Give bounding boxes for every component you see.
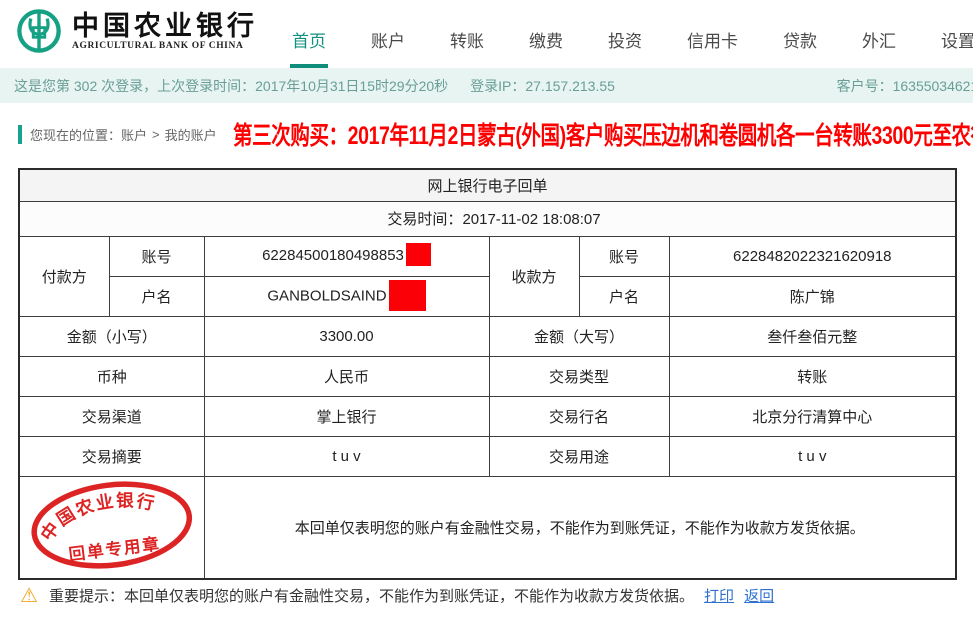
- nav-tab-settings[interactable]: 设置: [939, 27, 973, 68]
- bank-branch-label: 交易行名: [488, 395, 670, 437]
- bank-name-en: AGRICULTURAL BANK OF CHINA: [72, 41, 244, 51]
- payer-name-label: 户名: [108, 275, 205, 317]
- login-ip-text: 登录IP：27.157.213.55: [470, 77, 615, 94]
- payer-account-value: 62284500180498853: [262, 246, 404, 264]
- transaction-time-value: 2017-11-02 18:08:07: [462, 211, 601, 228]
- nav-tab-transfer[interactable]: 转账: [448, 27, 486, 68]
- bank-branch-value: 北京分行清算中心: [668, 395, 957, 437]
- back-link[interactable]: 返回: [744, 588, 774, 605]
- bank-name-cn: 中国农业银行: [72, 11, 258, 41]
- breadcrumb-link-accounts[interactable]: 账户: [121, 125, 147, 144]
- breadcrumb-accent-bar: [18, 125, 22, 144]
- breadcrumb-current[interactable]: 我的账户: [165, 125, 217, 144]
- warning-icon: ⚠: [20, 584, 38, 607]
- txn-type-value: 转账: [668, 355, 957, 397]
- footer-links: 打印 返回: [704, 585, 780, 606]
- bank-stamp-cell: 中国农业银行 回单专用章: [18, 475, 205, 580]
- bank-logo[interactable]: 中国农业银行 AGRICULTURAL BANK OF CHINA: [16, 8, 258, 54]
- customer-number-text: 客户号：163550346211: [836, 77, 973, 94]
- page-header: 中国农业银行 AGRICULTURAL BANK OF CHINA 首页 账户 …: [0, 0, 973, 68]
- login-info-bar: 这是您第 302 次登录，上次登录时间：2017年10月31日15时29分20秒…: [0, 68, 973, 103]
- payee-account-value: 6228482022321620918: [668, 235, 957, 277]
- payer-account-label: 账号: [108, 235, 205, 277]
- channel-value: 掌上银行: [203, 395, 490, 437]
- redaction-block-payer-account: [405, 243, 431, 266]
- txn-type-label: 交易类型: [488, 355, 670, 397]
- footer-warning-text: 重要提示：本回单仅表明您的账户有金融性交易，不能作为到账凭证，不能作为收款方发货…: [48, 588, 694, 605]
- summary-value: t u v: [203, 435, 490, 477]
- nav-tab-creditcard[interactable]: 信用卡: [685, 27, 740, 68]
- payee-section-label: 收款方: [488, 235, 580, 317]
- bank-name: 中国农业银行 AGRICULTURAL BANK OF CHINA: [72, 11, 258, 51]
- amount-lower-value: 3300.00: [203, 315, 490, 357]
- transaction-time-label: 交易时间：: [387, 211, 463, 228]
- footer-warning: ⚠ 重要提示：本回单仅表明您的账户有金融性交易，不能作为到账凭证，不能作为收款方…: [20, 585, 780, 606]
- amount-upper-value: 叁仟叁佰元整: [668, 315, 957, 357]
- nav-tab-forex[interactable]: 外汇: [860, 27, 898, 68]
- redaction-block-payer-name: [388, 279, 426, 311]
- payee-name-value: 陈广锦: [668, 275, 957, 317]
- red-annotation-text: 第三次购买：2017年11月2日蒙古(外国)客户购买压边机和卷圆机各一台转账33…: [233, 122, 973, 150]
- nav-tab-accounts[interactable]: 账户: [369, 27, 407, 68]
- channel-label: 交易渠道: [18, 395, 205, 437]
- nav-tab-invest[interactable]: 投资: [606, 27, 644, 68]
- payee-account-label: 账号: [578, 235, 670, 277]
- nav-tab-home[interactable]: 首页: [290, 27, 328, 68]
- login-count-text: 这是您第 302 次登录，上次登录时间：2017年10月31日15时29分20秒: [14, 77, 449, 94]
- payer-name-cell: GANBOLDSAIND: [203, 275, 490, 317]
- currency-value: 人民币: [203, 355, 490, 397]
- payer-name-value: GANBOLDSAIND: [267, 286, 387, 304]
- currency-label: 币种: [18, 355, 205, 397]
- print-link[interactable]: 打印: [704, 588, 734, 605]
- transaction-time-cell: 交易时间：2017-11-02 18:08:07: [18, 200, 957, 237]
- breadcrumb-row: 您现在的位置： 账户 > 我的账户 第三次购买：2017年11月2日蒙古(外国)…: [0, 103, 973, 163]
- breadcrumb-prefix: 您现在的位置：: [30, 128, 122, 143]
- nav-tab-loans[interactable]: 贷款: [781, 27, 819, 68]
- breadcrumb: 您现在的位置： 账户 > 我的账户: [18, 125, 217, 144]
- payee-name-label: 户名: [578, 275, 670, 317]
- purpose-value: t u v: [668, 435, 957, 477]
- receipt-title: 网上银行电子回单: [18, 168, 957, 202]
- payer-section-label: 付款方: [18, 235, 110, 317]
- bank-stamp: 中国农业银行 回单专用章: [23, 469, 201, 585]
- breadcrumb-separator: >: [152, 127, 160, 142]
- receipt-note: 本回单仅表明您的账户有金融性交易，不能作为到账凭证，不能作为收款方发货依据。: [203, 475, 957, 580]
- abc-bank-logo-icon: [17, 9, 61, 53]
- payer-account-cell: 62284500180498853: [203, 235, 490, 277]
- amount-lower-label: 金额（小写）: [18, 315, 205, 357]
- main-nav: 首页 账户 转账 缴费 投资 信用卡 贷款 外汇 设置 在线客服: [290, 0, 973, 68]
- e-receipt-table: 网上银行电子回单 交易时间：2017-11-02 18:08:07 付款方 账号…: [18, 168, 958, 580]
- purpose-label: 交易用途: [488, 435, 670, 477]
- nav-tab-payments[interactable]: 缴费: [527, 27, 565, 68]
- amount-upper-label: 金额（大写）: [488, 315, 670, 357]
